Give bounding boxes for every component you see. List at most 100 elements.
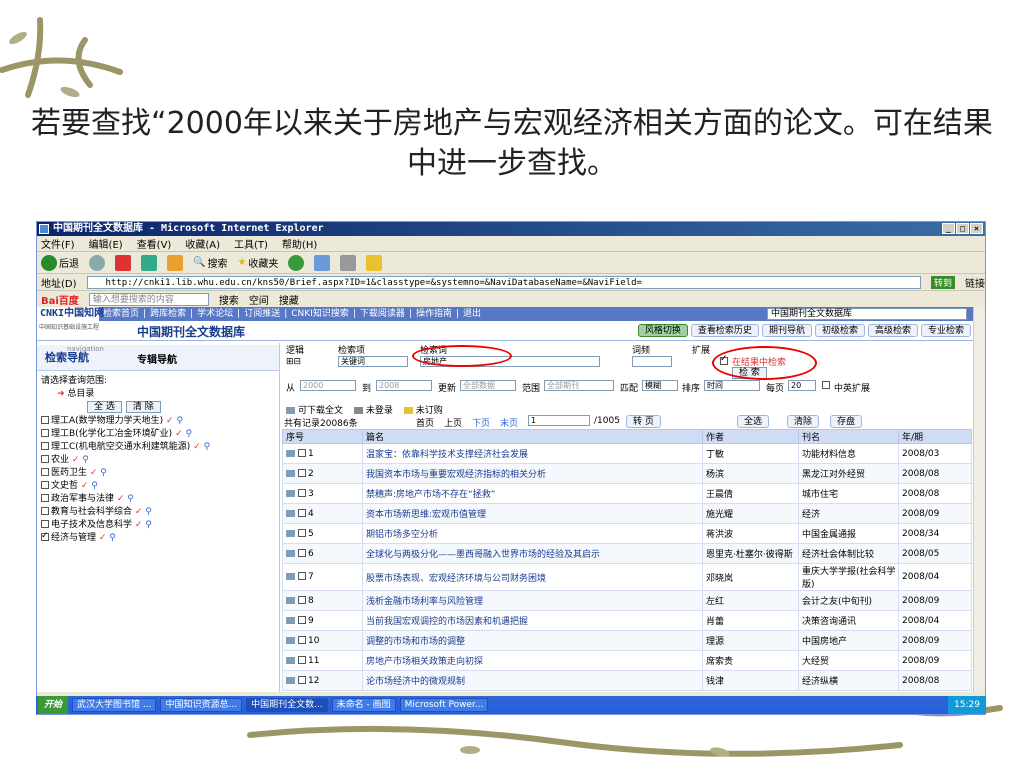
row-journal[interactable]: 功能材料信息 — [798, 443, 899, 464]
baidu-search-button[interactable]: 搜索 — [219, 292, 239, 307]
category-checkbox[interactable] — [41, 507, 49, 515]
close-button[interactable]: × — [970, 223, 983, 234]
per-page-select[interactable]: 20 — [788, 380, 816, 391]
favorites-button[interactable]: ★ 收藏夹 — [237, 255, 278, 270]
row-title-link[interactable]: 我国资本市场与重要宏观经济指标的相关分析 — [362, 463, 703, 484]
nav-home[interactable]: 检索首页 — [103, 307, 139, 321]
category-item[interactable]: 经济与管理 ✓ ⚲ — [37, 530, 279, 545]
download-icon[interactable] — [286, 573, 295, 580]
mail-button[interactable] — [314, 254, 331, 271]
menu-file[interactable]: 文件(F) — [41, 236, 75, 251]
row-checkbox[interactable] — [298, 675, 306, 684]
download-icon[interactable] — [286, 489, 295, 497]
nav-reader[interactable]: 下载阅读器 — [360, 307, 405, 321]
row-journal[interactable]: 城市住宅 — [798, 483, 899, 504]
task-powerpoint[interactable]: Microsoft Power... — [399, 698, 489, 712]
download-icon[interactable] — [286, 469, 295, 477]
category-item[interactable]: 理工C(机电航空交通水利建筑能源) ✓ ⚲ — [37, 441, 279, 454]
magnifier-icon[interactable]: ⚲ — [142, 507, 152, 517]
menu-favorites[interactable]: 收藏(A) — [185, 236, 220, 251]
search-button[interactable]: 🔍 搜索 — [193, 255, 227, 270]
row-title-link[interactable]: 股票市场表现、宏观经济环境与公司财务困境 — [362, 563, 703, 591]
baidu-space-button[interactable]: 空间 — [249, 292, 269, 307]
row-author[interactable]: 邓晓岚 — [702, 563, 799, 591]
tab-expert-search[interactable]: 专业检索 — [920, 324, 971, 337]
magnifier-icon[interactable]: ⚲ — [79, 455, 89, 465]
magnifier-icon[interactable]: ⚲ — [124, 494, 134, 504]
window-titlebar[interactable]: 中国期刊全文数据库 - Microsoft Internet Explorer … — [37, 222, 985, 236]
task-paint[interactable]: 未命名 - 画图 — [331, 698, 396, 712]
first-page-link[interactable]: 首页 — [416, 416, 434, 429]
row-journal[interactable]: 经济 — [798, 503, 899, 524]
row-checkbox[interactable] — [298, 655, 306, 664]
menu-view[interactable]: 查看(V) — [137, 236, 172, 251]
address-input[interactable]: http://cnki1.lib.whu.edu.cn/kns50/Brief.… — [86, 275, 921, 289]
go-button[interactable]: 转到 — [930, 275, 955, 289]
row-title-link[interactable]: 温家宝：依靠科学技术支撑经济社会发展 — [362, 443, 703, 464]
field-select[interactable]: 关键词 — [338, 356, 408, 367]
album-nav[interactable]: 专辑导航 — [137, 351, 177, 366]
row-author[interactable]: 恩里克·杜塞尔·彼得斯 — [702, 543, 799, 564]
clear-button[interactable]: 清 除 — [125, 401, 161, 413]
row-author[interactable]: 杨滨 — [702, 463, 799, 484]
logic-toggle[interactable]: ⊞⊟ — [286, 357, 301, 367]
category-checkbox[interactable] — [41, 442, 49, 450]
category-item[interactable]: 电子技术及信息科学 ✓ ⚲ — [37, 519, 279, 532]
nav-exit[interactable]: 退出 — [463, 307, 481, 321]
baidu-favorites-button[interactable]: 搜藏 — [279, 292, 299, 307]
freq-select[interactable] — [632, 356, 672, 367]
cn-en-checkbox[interactable] — [822, 381, 830, 389]
category-item[interactable]: 理工B(化学化工冶金环境矿业) ✓ ⚲ — [37, 428, 279, 441]
row-checkbox[interactable] — [298, 528, 306, 537]
tab-advanced-search[interactable]: 高级检索 — [867, 324, 918, 337]
download-icon[interactable] — [286, 549, 295, 557]
nav-guide[interactable]: 操作指南 — [416, 307, 452, 321]
magnifier-icon[interactable]: ⚲ — [201, 442, 211, 452]
row-journal[interactable]: 中国金属通报 — [798, 523, 899, 544]
stop-button[interactable] — [115, 254, 131, 271]
download-icon[interactable] — [286, 656, 295, 664]
row-journal[interactable]: 黑龙江对外经贸 — [798, 463, 899, 484]
row-title-link[interactable]: 期铝市场多空分析 — [362, 523, 703, 544]
nav-subscribe[interactable]: 订阅推送 — [244, 307, 280, 321]
year-to-select[interactable]: 2008 — [376, 380, 432, 391]
category-item[interactable]: 政治军事与法律 ✓ ⚲ — [37, 493, 279, 506]
download-icon[interactable] — [286, 636, 295, 644]
maximize-button[interactable]: □ — [956, 223, 969, 234]
download-icon[interactable] — [286, 676, 295, 684]
database-select[interactable]: 中国期刊全文数据库 — [767, 308, 967, 320]
magnifier-icon[interactable]: ⚲ — [106, 533, 116, 543]
category-checkbox[interactable] — [41, 468, 49, 476]
row-author[interactable]: 蒋洪波 — [702, 523, 799, 544]
save-button[interactable]: 存盘 — [830, 415, 863, 428]
row-checkbox[interactable] — [298, 572, 306, 580]
row-title-link[interactable]: 调整的市场和市场的调整 — [362, 630, 703, 651]
category-checkbox[interactable] — [41, 429, 49, 437]
category-item[interactable]: 文史哲 ✓ ⚲ — [37, 480, 279, 493]
prev-page-link[interactable]: 上页 — [444, 416, 462, 429]
nav-forum[interactable]: 学术论坛 — [197, 307, 233, 321]
goto-page-button[interactable]: 转 页 — [626, 415, 661, 428]
row-journal[interactable]: 中国房地产 — [798, 630, 899, 651]
row-title-link[interactable]: 当前我国宏观调控的市场因素和机遇把握 — [362, 610, 703, 631]
row-author[interactable]: 席索贵 — [702, 650, 799, 671]
menu-tools[interactable]: 工具(T) — [234, 236, 268, 251]
row-title-link[interactable]: 资本市场新思维:宏观市值管理 — [362, 503, 703, 524]
row-checkbox[interactable] — [298, 448, 306, 457]
row-journal[interactable]: 经济纵横 — [798, 670, 899, 691]
home-button[interactable] — [167, 254, 183, 271]
media-button[interactable] — [288, 254, 305, 271]
download-icon[interactable] — [286, 596, 295, 604]
row-checkbox[interactable] — [298, 615, 306, 624]
row-author[interactable]: 理源 — [702, 630, 799, 651]
row-author[interactable]: 钱津 — [702, 670, 799, 691]
cnki-logo[interactable]: CNKI中国知网 — [37, 307, 104, 321]
nav-cross-db[interactable]: 跨库检索 — [150, 307, 186, 321]
download-icon[interactable] — [286, 509, 295, 517]
tab-journal-nav[interactable]: 期刊导航 — [761, 324, 812, 337]
row-journal[interactable]: 决策咨询通讯 — [798, 610, 899, 631]
scope-select[interactable]: 全部期刊 — [544, 380, 614, 391]
row-title-link[interactable]: 论市场经济中的微观规制 — [362, 670, 703, 691]
download-icon[interactable] — [286, 616, 295, 624]
magnifier-icon[interactable]: ⚲ — [88, 481, 98, 491]
